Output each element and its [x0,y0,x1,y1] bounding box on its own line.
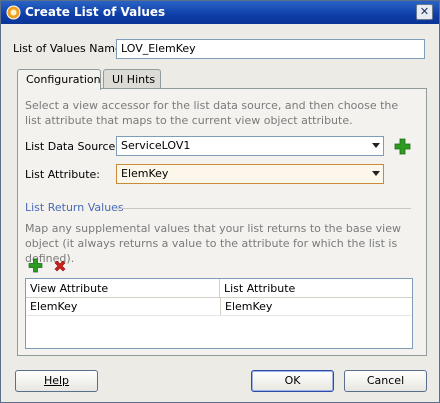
column-header-list-attribute[interactable]: List Attribute [220,279,412,298]
config-description: Select a view accessor for the list data… [25,99,399,127]
table-row-divider [26,315,412,316]
add-data-source-plus-icon[interactable] [394,138,411,155]
title-bar[interactable]: Create List of Values ✕ [1,1,439,24]
help-button[interactable]: Help [15,370,98,392]
return-values-table[interactable]: View Attribute List Attribute ElemKey El… [25,278,413,349]
chevron-down-icon [372,171,380,176]
table-cell-view-attribute[interactable]: ElemKey [26,298,220,315]
add-row-plus-icon[interactable] [28,258,43,273]
column-header-view-attribute[interactable]: View Attribute [26,279,220,298]
data-source-select[interactable]: ServiceLOV1 [116,136,384,156]
ok-button[interactable]: OK [251,370,334,392]
window-title: Create List of Values [25,5,166,19]
close-icon: ✕ [419,5,430,18]
table-cell-list-attribute[interactable]: ElemKey [220,298,412,315]
remove-row-x-icon[interactable] [53,259,67,273]
tab-ui-hints[interactable]: UI Hints [103,69,161,89]
jdeveloper-icon [6,5,21,20]
tab-configuration[interactable]: Configuration [17,69,101,90]
data-source-label: List Data Source: [25,140,119,153]
lov-name-input[interactable]: LOV_ElemKey [116,39,425,59]
list-attribute-select[interactable]: ElemKey [116,164,384,184]
data-source-value: ServiceLOV1 [121,139,191,152]
section-divider [117,208,411,209]
list-attribute-label: List Attribute: [25,168,101,181]
cancel-button[interactable]: Cancel [344,370,427,392]
list-attribute-value: ElemKey [121,167,169,180]
close-button[interactable]: ✕ [416,4,433,20]
return-values-description: Map any supplemental values that your li… [25,222,401,265]
chevron-down-icon [372,143,380,148]
create-lov-dialog: Create List of Values ✕ List of Values N… [0,0,440,403]
lov-name-label: List of Values Name: [13,42,126,55]
return-values-heading: List Return Values [25,201,124,214]
lov-name-value: LOV_ElemKey [121,42,196,55]
